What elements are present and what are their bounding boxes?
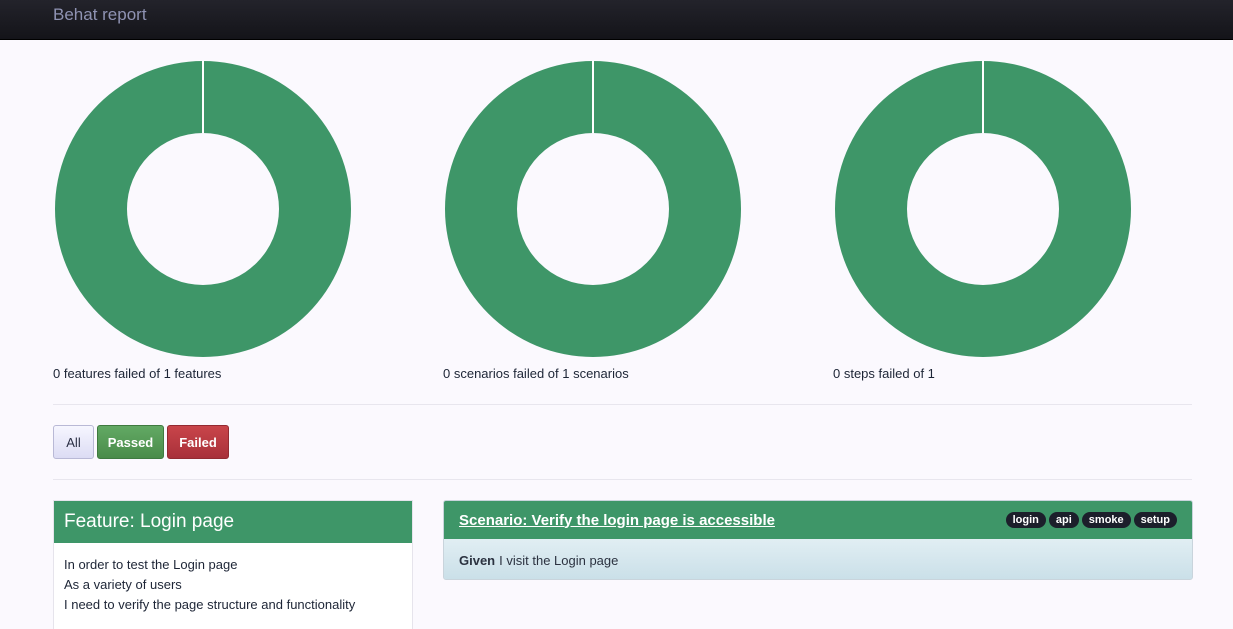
filter-all-button[interactable]: All [53,425,94,459]
scenario-header: Scenario: Verify the login page is acces… [444,501,1192,539]
step-keyword: Given [459,552,496,568]
filter-passed-button[interactable]: Passed [97,425,164,459]
donut-slice-passed [203,61,351,357]
tag-badge: login [1005,512,1046,528]
steps-donut [835,61,1131,357]
tag-list: login api smoke setup [1005,512,1177,528]
filter-failed-button[interactable]: Failed [167,425,229,459]
feature-title: Feature: Login page [64,511,235,532]
feature-panel: Feature: Login page In order to test the… [53,500,413,629]
scenario-step: Given I visit the Login page [444,539,1192,579]
feature-description: In order to test the Login page As a var… [54,543,412,627]
donut-slice-passed [983,61,1131,357]
step-text: I visit the Login page [499,552,619,568]
navbar: Behat report [0,0,1233,40]
scenario-title-link[interactable]: Scenario: Verify the login page is acces… [459,512,775,529]
feature-description-line: In order to test the Login page [64,557,238,572]
feature-description-line: I need to verify the page structure and … [64,597,356,612]
divider [53,404,1192,405]
features-caption: 0 features failed of 1 features [53,366,222,381]
feature-description-line: As a variety of users [64,577,182,592]
tag-badge: smoke [1081,512,1131,528]
donut-slice-passed [55,61,203,357]
features-donut [55,61,351,357]
feature-header: Feature: Login page [54,501,412,543]
divider [53,479,1192,480]
scenario-panel: Scenario: Verify the login page is acces… [443,500,1193,580]
features-chart [53,59,353,359]
donut-slice-passed [835,61,983,357]
scenarios-donut [445,61,741,357]
app-title[interactable]: Behat report [53,5,147,25]
tag-badge: setup [1133,512,1177,528]
scenarios-caption: 0 scenarios failed of 1 scenarios [443,366,629,381]
steps-caption: 0 steps failed of 1 [833,366,935,381]
tag-badge: api [1048,512,1079,528]
donut-slice-passed [593,61,741,357]
scenarios-chart [443,59,743,359]
donut-slice-passed [445,61,593,357]
steps-chart [833,59,1133,359]
